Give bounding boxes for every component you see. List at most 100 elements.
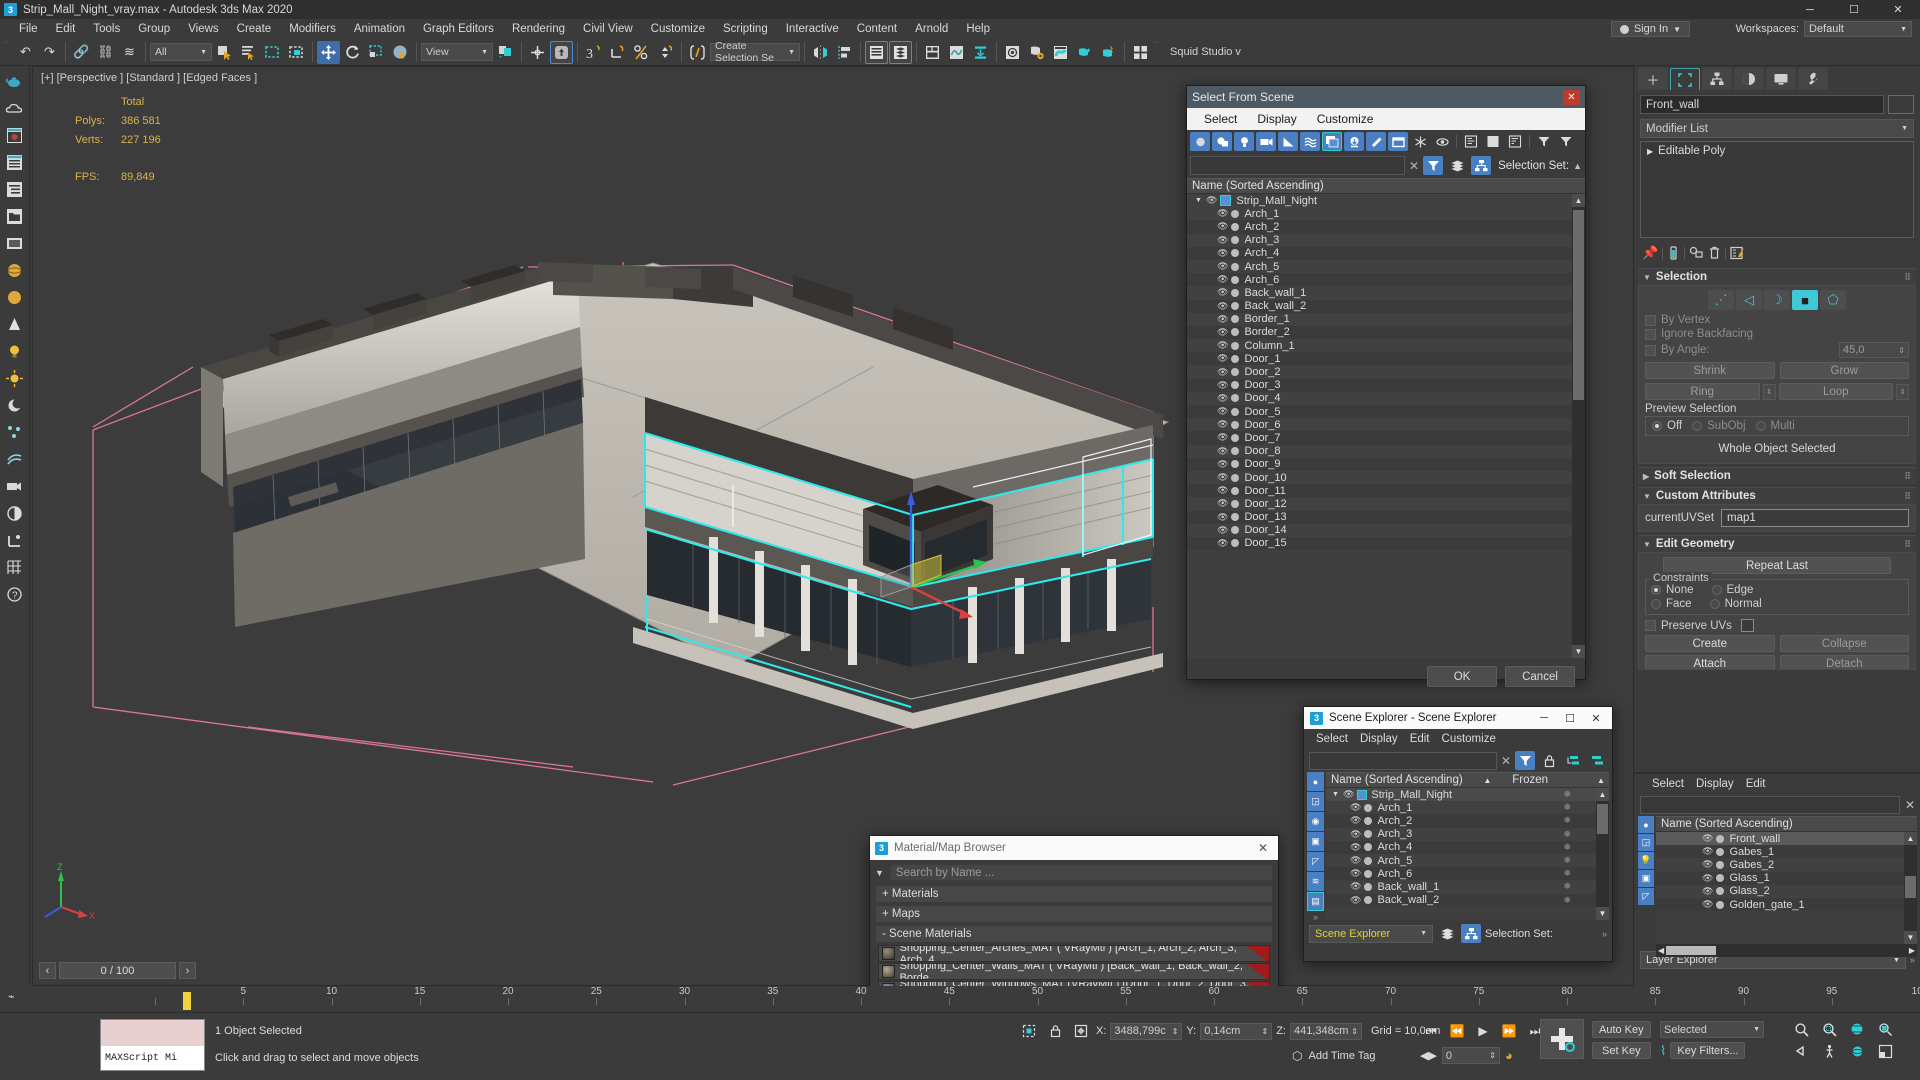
menu-views[interactable]: Views xyxy=(179,21,227,37)
sun-icon[interactable] xyxy=(2,366,27,391)
material-item[interactable]: Shopping_Center_Walls_MAT ( VRayMtl ) [B… xyxy=(878,963,1270,980)
eye-icon[interactable]: 👁 xyxy=(1350,868,1361,879)
state-dot[interactable] xyxy=(1231,341,1240,350)
display-children-icon[interactable] xyxy=(1505,132,1525,151)
sort-asc-icon[interactable]: ▲ xyxy=(1597,776,1605,785)
eye-icon[interactable]: 👁 xyxy=(1217,393,1228,404)
tree-row[interactable]: 👁 Arch_6 xyxy=(1187,273,1585,287)
menu-tools[interactable]: Tools xyxy=(84,21,129,37)
state-dot[interactable] xyxy=(1231,526,1240,535)
helpers-filter-icon[interactable]: ◸ xyxy=(1307,852,1324,871)
maximize-viewport-icon[interactable] xyxy=(1874,1041,1896,1061)
rect-select-region-icon[interactable] xyxy=(261,41,284,64)
chevron-down-icon[interactable]: ▼ xyxy=(875,868,884,878)
snowflake-icon[interactable]: ❅ xyxy=(1563,829,1571,840)
menu-group[interactable]: Group xyxy=(129,21,179,37)
maxscript-mini-listener[interactable]: MAXScript Mi xyxy=(100,1019,205,1071)
eye-icon[interactable]: 👁 xyxy=(1702,833,1713,844)
pin-stack-icon[interactable]: 📌 xyxy=(1642,245,1658,261)
chevron-down-icon[interactable]: ▼ xyxy=(1195,197,1202,204)
menu-file[interactable]: File xyxy=(10,21,47,37)
snowflake-icon[interactable]: ❅ xyxy=(1563,815,1571,826)
state-dot[interactable] xyxy=(1364,803,1373,812)
y-coordinate-field[interactable]: 0,14cm ⇕ xyxy=(1200,1022,1273,1040)
set-key-big-button[interactable] xyxy=(1540,1019,1584,1059)
state-dot[interactable] xyxy=(1364,882,1373,891)
eye-icon[interactable]: 👁 xyxy=(1350,855,1361,866)
orbit-icon[interactable] xyxy=(1846,1041,1868,1061)
se-menu-select[interactable]: Select xyxy=(1316,733,1348,745)
layers-icon[interactable] xyxy=(1447,156,1467,175)
eye-icon[interactable]: 👁 xyxy=(1217,406,1228,417)
by-angle-row[interactable]: By Angle: 45,0 ⇕ xyxy=(1645,342,1909,358)
state-dot[interactable] xyxy=(1231,368,1240,377)
curve-editor-icon[interactable] xyxy=(945,41,968,64)
scene-explorer-rows-wrap[interactable]: ▼ 👁 Strip_Mall_Night ❅ 👁 Arch_1 ❅ 👁 Arch_2 ❅ 👁… xyxy=(1326,788,1609,920)
state-dot[interactable] xyxy=(1231,460,1240,469)
x-coordinate-field[interactable]: 3488,799c ⇕ xyxy=(1110,1022,1183,1040)
tree-row[interactable]: 👁 Door_15 xyxy=(1187,536,1585,551)
state-dot[interactable] xyxy=(1231,381,1240,390)
render-preview-icon[interactable] xyxy=(2,123,27,148)
tree-row[interactable]: 👁 Door_12 xyxy=(1187,497,1585,511)
state-dot[interactable] xyxy=(1231,499,1240,508)
modify-tab-icon[interactable] xyxy=(1670,68,1700,90)
scroll-up-icon[interactable]: ▲ xyxy=(1596,788,1609,801)
collapse-button[interactable]: Collapse xyxy=(1779,635,1909,652)
close-icon[interactable]: ✕ xyxy=(1253,841,1273,855)
zoom-all-icon[interactable] xyxy=(1818,1019,1840,1039)
eye-icon[interactable]: 👁 xyxy=(1217,301,1228,312)
workspace-select[interactable]: Default ▼ xyxy=(1804,21,1912,37)
menu-rendering[interactable]: Rendering xyxy=(503,21,574,37)
material-ball-icon[interactable] xyxy=(2,501,27,526)
object-name-field[interactable]: Front_wall xyxy=(1640,95,1884,114)
moon-icon[interactable] xyxy=(2,393,27,418)
helper-icon[interactable] xyxy=(2,447,27,472)
current-uvset-field[interactable]: map1 xyxy=(1721,509,1909,527)
by-angle-spinner[interactable]: 45,0 ⇕ xyxy=(1839,342,1909,358)
scene-explorer-vscrollbar[interactable]: ▲ ▼ xyxy=(1596,788,1609,920)
menu-help[interactable]: Help xyxy=(957,21,999,37)
make-unique-icon[interactable] xyxy=(1689,246,1704,260)
tree-row[interactable]: 👁 Arch_3 ❅ xyxy=(1326,827,1609,841)
geometry-filter-icon[interactable]: ● xyxy=(1638,816,1654,833)
time-tag-icon[interactable]: ⬡ xyxy=(1292,1049,1302,1063)
display-tab-icon[interactable] xyxy=(1766,68,1796,90)
constraint-normal-radio[interactable]: Normal xyxy=(1709,598,1762,610)
object-color-swatch[interactable] xyxy=(1888,95,1914,114)
scroll-down-icon[interactable]: ▼ xyxy=(1596,907,1609,920)
angle-snap-icon[interactable] xyxy=(606,41,629,64)
layers-icon[interactable] xyxy=(1437,924,1457,943)
remove-modifier-icon[interactable] xyxy=(1708,246,1721,260)
eye-icon[interactable]: 👁 xyxy=(1217,327,1228,338)
freeze-icon[interactable] xyxy=(1410,132,1430,151)
state-dot[interactable] xyxy=(1231,486,1240,495)
bones-filter-icon[interactable] xyxy=(1366,132,1386,151)
chevron-down-icon[interactable]: ▼ xyxy=(1332,791,1339,798)
hierarchy-tab-icon[interactable] xyxy=(1702,68,1732,90)
state-dot[interactable] xyxy=(1231,249,1240,258)
eye-icon[interactable]: 👁 xyxy=(1217,498,1228,509)
edit-named-selection-sets-icon[interactable] xyxy=(686,41,709,64)
tree-row[interactable]: 👁 Arch_3 xyxy=(1187,233,1585,247)
create-tab-icon[interactable]: ＋ xyxy=(1638,68,1668,90)
rollout-header-soft-selection[interactable]: ▶ Soft Selection ⠿ xyxy=(1638,467,1916,484)
snowflake-icon[interactable]: ❅ xyxy=(1563,855,1571,866)
list-item[interactable]: 👁 Front_wall xyxy=(1656,832,1917,846)
tree-row[interactable]: 👁 Arch_4 xyxy=(1187,246,1585,260)
tree-row[interactable]: 👁 Door_1 xyxy=(1187,352,1585,366)
vertex-icon[interactable]: ⋰ xyxy=(1708,290,1734,310)
cone-icon[interactable] xyxy=(2,312,27,337)
groups-filter-icon[interactable]: ▤ xyxy=(1307,892,1324,911)
ref-coord-system-select[interactable]: View ▼ xyxy=(421,43,493,61)
menu-graph-editors[interactable]: Graph Editors xyxy=(414,21,503,37)
eye-icon[interactable]: 👁 xyxy=(1217,287,1228,298)
snowflake-icon[interactable]: ❅ xyxy=(1563,881,1571,892)
state-dot[interactable] xyxy=(1231,222,1240,231)
question-icon[interactable]: ? xyxy=(2,582,27,607)
list-item[interactable]: 👁 Gabes_1 xyxy=(1656,845,1917,859)
tree-row[interactable]: 👁 Door_6 xyxy=(1187,418,1585,432)
set-key-filters-icon[interactable]: ⌇ xyxy=(1660,1043,1666,1059)
detach-button[interactable]: Detach xyxy=(1779,655,1909,669)
helpers-filter-icon[interactable] xyxy=(1278,132,1298,151)
